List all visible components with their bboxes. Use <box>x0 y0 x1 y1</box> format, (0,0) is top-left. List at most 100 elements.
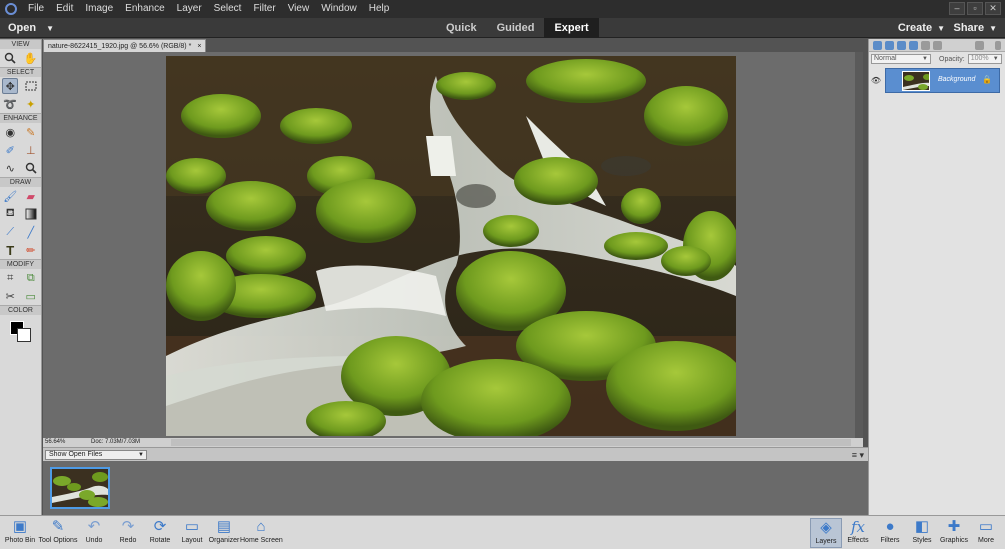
effects-button[interactable]: fx Effects <box>840 518 876 548</box>
magic-wand-icon[interactable]: ✦ <box>23 96 39 112</box>
line-icon[interactable]: ╱ <box>23 224 39 240</box>
photo-bin <box>43 461 868 515</box>
eye-icon[interactable]: 👁 <box>869 76 883 85</box>
share-button[interactable]: Share ▼ <box>954 18 998 39</box>
create-label: Create <box>897 22 933 34</box>
organizer-button[interactable]: ▤ Organizer <box>204 518 244 548</box>
lock-all-icon[interactable] <box>921 40 930 50</box>
spot-healing-icon[interactable]: ✎ <box>23 124 39 140</box>
layer-item-background[interactable]: Background 🔒 <box>885 68 1000 93</box>
menu-edit[interactable]: Edit <box>50 0 79 18</box>
styles-icon: ◧ <box>914 518 930 535</box>
tab-guided[interactable]: Guided <box>487 18 545 38</box>
recompose-icon[interactable]: ⧉ <box>23 270 39 286</box>
close-tab-icon[interactable]: × <box>197 43 201 50</box>
crop-icon[interactable]: ⌗ <box>2 270 18 286</box>
panel-menu-icon[interactable] <box>995 40 1001 50</box>
zoom-level: 56.64% <box>45 439 66 445</box>
lock-icon: 🔒 <box>982 75 992 84</box>
create-button[interactable]: Create ▼ <box>898 18 945 39</box>
photo-bin-button[interactable]: ▣ Photo Bin <box>0 518 40 548</box>
pencil-icon[interactable]: ✏ <box>23 242 39 258</box>
eraser-icon[interactable]: ▰ <box>23 188 39 204</box>
opacity-label: Opacity: <box>939 55 965 63</box>
bin-menu-icon[interactable]: ≡ ▾ <box>852 448 864 462</box>
layers-button[interactable]: ◈ Layers <box>810 518 842 548</box>
close-window-button[interactable]: ✕ <box>985 2 1001 15</box>
straighten-icon[interactable]: ▭ <box>23 288 39 304</box>
menu-filter[interactable]: Filter <box>247 0 281 18</box>
document-tab[interactable]: nature-8622415_1920.jpg @ 56.6% (RGB/8) … <box>43 39 207 52</box>
adjustment-layer-icon[interactable] <box>897 40 906 50</box>
section-modify: MODIFY <box>0 259 41 269</box>
blur-icon[interactable]: ∿ <box>2 160 18 176</box>
paint-bucket-icon[interactable]: ⛾ <box>2 206 18 222</box>
more-button[interactable]: ▭ More <box>968 518 1004 548</box>
open-file-thumbnail[interactable] <box>50 467 110 509</box>
menu-image[interactable]: Image <box>79 0 119 18</box>
document-image[interactable] <box>166 56 736 436</box>
home-screen-button[interactable]: ⌂ Home Screen <box>240 518 283 548</box>
document-title: nature-8622415_1920.jpg @ 56.6% (RGB/8) … <box>48 43 192 50</box>
chevron-down-icon: ▼ <box>138 452 144 458</box>
menu-window[interactable]: Window <box>315 0 363 18</box>
section-draw: DRAW <box>0 177 41 187</box>
canvas-area[interactable] <box>43 52 863 438</box>
section-color: COLOR <box>0 305 41 315</box>
minimize-button[interactable]: – <box>949 2 965 15</box>
vertical-scrollbar[interactable] <box>855 52 863 438</box>
menu-enhance[interactable]: Enhance <box>119 0 170 18</box>
smart-brush-icon[interactable]: ✐ <box>2 142 18 158</box>
app-window: File Edit Image Enhance Layer Select Fil… <box>0 0 1005 549</box>
show-open-files-dropdown[interactable]: Show Open Files ▼ <box>45 450 147 460</box>
eyedropper-icon[interactable]: ⟋ <box>2 224 18 240</box>
clone-stamp-icon[interactable]: ⊥ <box>23 142 39 158</box>
opacity-value: 100% <box>970 55 989 62</box>
open-label: Open <box>8 22 37 34</box>
mode-bar: Open ▼ Quick Guided Expert Create ▼ Share ▼ <box>0 18 1005 38</box>
background-color-swatch[interactable] <box>17 328 31 342</box>
status-bar: 56.64% Doc: 7.03M/7.03M <box>43 438 863 447</box>
layers-panel-toolbar <box>869 39 1005 52</box>
menu-file[interactable]: File <box>22 0 50 18</box>
opacity-field[interactable]: 100% ▼ <box>967 54 1002 64</box>
hand-icon[interactable]: ✋ <box>23 50 39 66</box>
brush-icon[interactable]: 🖌 <box>2 188 18 204</box>
gradient-icon[interactable] <box>23 206 39 222</box>
restore-button[interactable]: ▫ <box>967 2 983 15</box>
menu-select[interactable]: Select <box>208 0 248 18</box>
styles-button[interactable]: ◧ Styles <box>904 518 940 548</box>
delete-layer-icon[interactable] <box>975 40 984 50</box>
chevron-down-icon: ▼ <box>992 56 999 62</box>
color-swatches <box>0 315 41 345</box>
move-icon[interactable]: ✥ <box>2 78 19 94</box>
menu-layer[interactable]: Layer <box>171 0 208 18</box>
filters-button[interactable]: ● Filters <box>872 518 908 548</box>
lock-transparent-icon[interactable] <box>933 40 942 50</box>
filters-label: Filters <box>880 537 900 544</box>
open-button[interactable]: Open ▼ <box>8 18 54 39</box>
layer-mask-icon[interactable] <box>909 40 918 50</box>
lasso-icon[interactable]: ➰ <box>2 96 18 112</box>
tab-expert[interactable]: Expert <box>544 18 599 38</box>
bottom-taskbar: ▣ Photo Bin ✎ Tool Options ↶ Undo ↷ Redo… <box>0 515 1005 549</box>
graphics-button[interactable]: ✚ Graphics <box>936 518 972 548</box>
red-eye-icon[interactable]: ◉ <box>2 124 18 140</box>
zoom-icon[interactable] <box>2 50 18 66</box>
menu-view[interactable]: View <box>282 0 316 18</box>
new-layer-icon[interactable] <box>873 40 882 50</box>
layer-row[interactable]: 👁 Background 🔒 <box>869 68 1005 93</box>
horizontal-scrollbar[interactable] <box>171 439 851 446</box>
blend-mode-dropdown[interactable]: Normal ▼ <box>871 54 931 64</box>
content-move-icon[interactable]: ✂ <box>2 288 18 304</box>
sponge-icon[interactable] <box>23 160 39 176</box>
tab-quick[interactable]: Quick <box>436 18 487 38</box>
new-group-icon[interactable] <box>885 40 894 50</box>
tools-panel: VIEW ✋ SELECT ✥ ➰ ✦ ENHANCE ◉ ✎ ✐ ⊥ ∿ DR… <box>0 39 42 515</box>
tool-options-button[interactable]: ✎ Tool Options <box>37 518 79 548</box>
type-icon[interactable]: T <box>2 242 18 258</box>
marquee-icon[interactable] <box>23 78 39 94</box>
photo-bin-icon: ▣ <box>12 518 28 535</box>
organizer-label: Organizer <box>208 537 240 544</box>
menu-help[interactable]: Help <box>363 0 396 18</box>
